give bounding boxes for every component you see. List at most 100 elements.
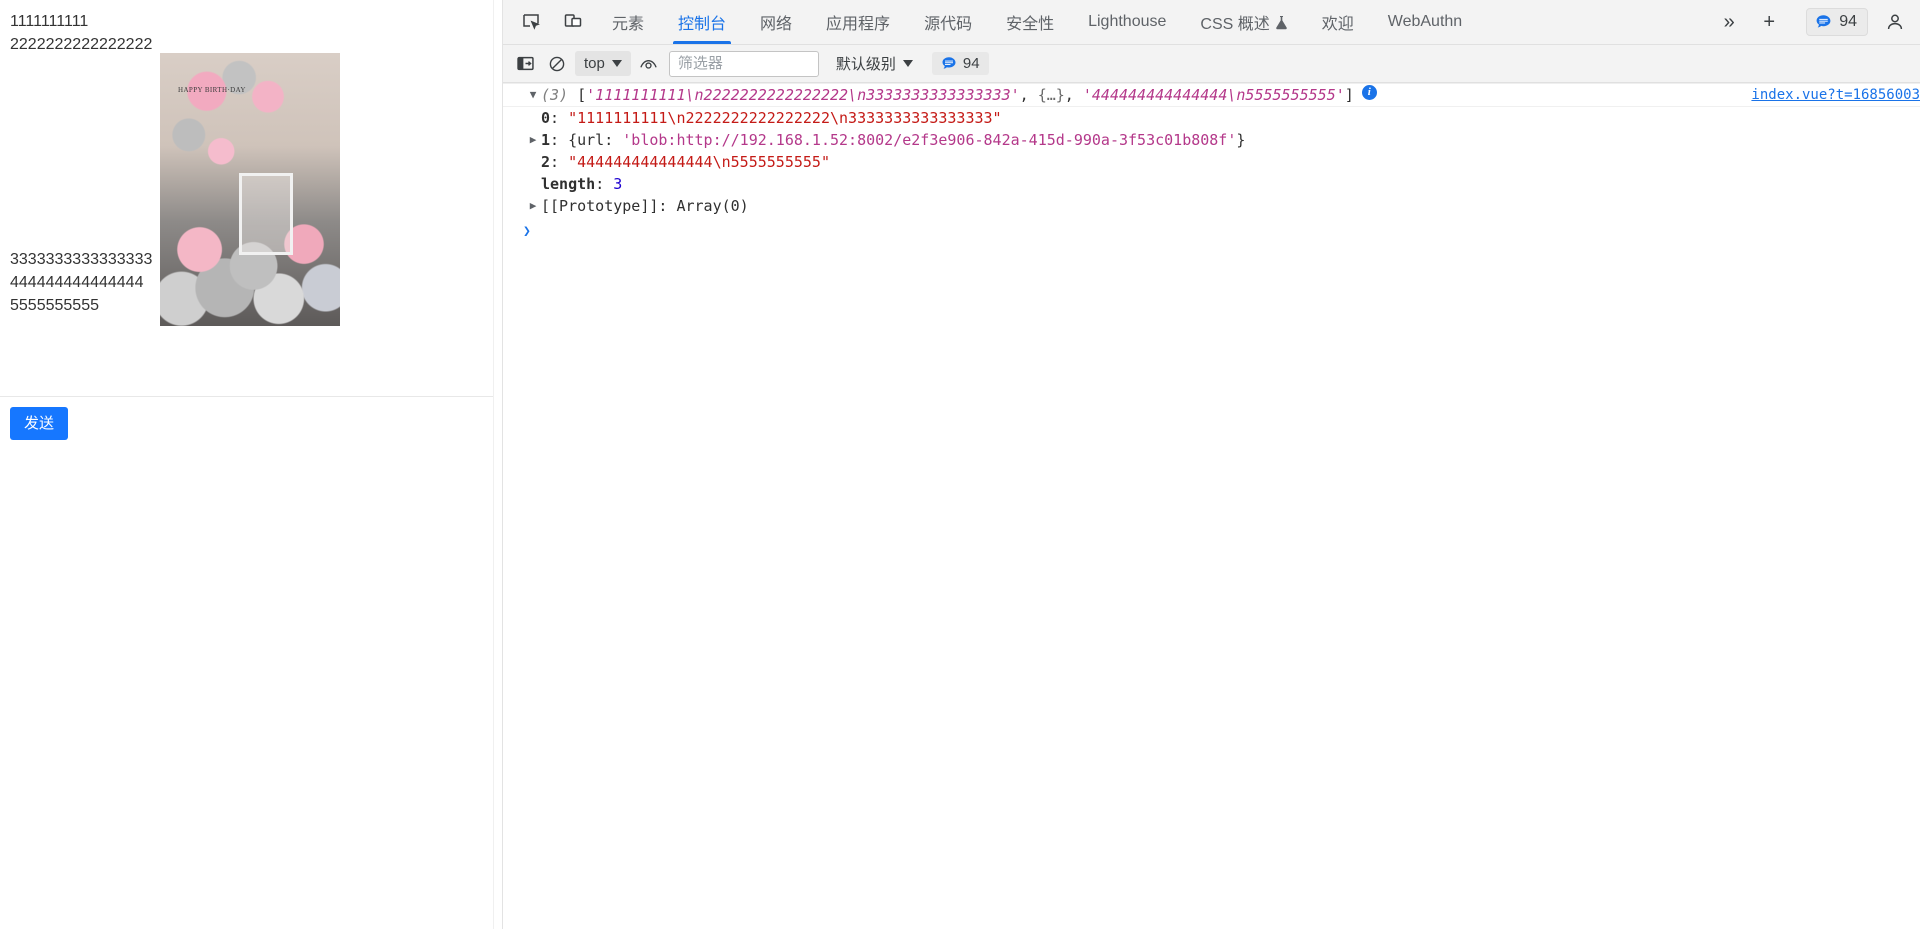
tab-elements-label: 元素 (612, 16, 645, 33)
execution-context-select[interactable]: top (575, 51, 631, 76)
console-row-source-link[interactable]: index.vue?t=16856003 (1751, 85, 1920, 105)
issues-count-button[interactable]: 94 (1806, 8, 1868, 36)
live-expression-icon[interactable] (635, 50, 663, 78)
devtools-panel: 元素 控制台 网络 应用程序 源代码 安全性 Lighthouse CSS 概述… (503, 0, 1920, 929)
app-root: 1111111111 2222222222222222 HAPPY BIRTH·… (0, 0, 1920, 929)
page-pane-scrollbar-thumb[interactable] (495, 0, 502, 929)
entry-value-2: "444444444444444\n5555555555" (568, 153, 830, 171)
message-bubble-icon (1815, 14, 1832, 31)
account-icon[interactable] (1878, 5, 1912, 39)
tab-lighthouse[interactable]: Lighthouse (1071, 0, 1183, 44)
console-issues-badge[interactable]: 94 (931, 52, 989, 75)
entry-colon-2: : (550, 153, 569, 171)
entry-colon-0: : (550, 109, 569, 127)
tab-security-label: 安全性 (1006, 16, 1055, 33)
add-panel-icon[interactable]: + (1752, 5, 1786, 39)
console-row-entry-prototype[interactable]: ▶ [[Prototype]] : Array(0) (503, 195, 1920, 217)
entry-key-length: length (541, 175, 596, 193)
message-line-5: 5555555555 (10, 297, 99, 314)
expand-twisty-icon[interactable]: ▼ (525, 85, 541, 105)
entry-key-0: 0 (541, 109, 551, 127)
tab-webauthn-label: WebAuthn (1387, 13, 1463, 30)
tab-welcome[interactable]: 欢迎 (1305, 0, 1371, 44)
tab-application-label: 应用程序 (826, 16, 891, 33)
tab-console-label: 控制台 (678, 16, 727, 33)
array-open-bracket: [ (577, 86, 587, 104)
console-row-entry-length[interactable]: length : 3 (503, 173, 1920, 195)
space-1 (568, 85, 577, 105)
array-preview-sep-2: , (1064, 86, 1083, 104)
page-preview-pane: 1111111111 2222222222222222 HAPPY BIRTH·… (0, 0, 503, 929)
flask-icon (1275, 15, 1288, 30)
send-button[interactable]: 发送 (10, 407, 69, 440)
array-close-bracket: ] (1344, 86, 1354, 104)
devtools-tool-icons (503, 0, 595, 44)
log-level-value: 默认级别 (835, 56, 896, 73)
tab-network-label: 网络 (760, 16, 793, 33)
issues-count-label: 94 (1839, 13, 1857, 30)
console-toolbar: top 默认级别 (503, 45, 1920, 83)
tab-elements[interactable]: 元素 (595, 0, 661, 44)
tab-css-overview[interactable]: CSS 概述 (1183, 0, 1304, 44)
entry-value-url-1: 'blob:http://192.168.1.52:8002/e2f3e906-… (622, 131, 1237, 149)
array-count: (3) (541, 86, 569, 104)
entry-key-prototype: [[Prototype]] (541, 197, 659, 215)
message-block: 1111111111 2222222222222222 HAPPY BIRTH·… (0, 0, 502, 397)
info-icon[interactable]: i (1361, 85, 1377, 100)
array-preview-item-2: '444444444444444\n5555555555' (1082, 86, 1345, 104)
tab-welcome-label: 欢迎 (1321, 16, 1354, 33)
tab-lighthouse-label: Lighthouse (1088, 13, 1167, 30)
entry-value-length: 3 (613, 175, 623, 193)
expand-twisty-icon[interactable]: ▶ (525, 196, 541, 216)
tab-sources-label: 源代码 (924, 16, 973, 33)
tab-network[interactable]: 网络 (743, 0, 809, 44)
tab-sources[interactable]: 源代码 (907, 0, 989, 44)
console-row-entry-1[interactable]: ▶ 1 : {url: 'blob:http://192.168.1.52:80… (503, 129, 1920, 151)
entry-value-0: "1111111111\n2222222222222222\n333333333… (568, 109, 1002, 127)
message-line-4: 444444444444444 (10, 274, 144, 291)
console-row-entry-0[interactable]: 0 : "1111111111\n2222222222222222\n33333… (503, 107, 1920, 129)
array-preview-sep-1: , (1019, 86, 1038, 104)
expand-twisty-icon[interactable]: ▶ (525, 130, 541, 150)
array-preview-item-1: {…} (1037, 86, 1065, 104)
tab-console[interactable]: 控制台 (661, 0, 743, 44)
devtools-tabbar-right: » + 94 (1708, 0, 1920, 44)
photo-decor-box (239, 173, 294, 255)
entry-colon-prototype: : (658, 197, 677, 215)
inspect-element-icon[interactable] (515, 6, 547, 38)
tab-css-overview-label: CSS 概述 (1200, 16, 1270, 33)
device-toolbar-icon[interactable] (557, 6, 589, 38)
console-message-list[interactable]: ▼ (3) [ '1111111111\n2222222222222222\n3… (503, 83, 1920, 929)
console-issues-badge-count: 94 (962, 55, 980, 72)
entry-value-prefix-1: {url: (568, 131, 623, 149)
entry-value-prototype: Array(0) (676, 197, 749, 215)
console-prompt-row[interactable]: ❯ (503, 220, 1920, 242)
message-bubble-icon (941, 56, 957, 72)
entry-colon-1: : (550, 131, 569, 149)
tab-security[interactable]: 安全性 (989, 0, 1071, 44)
more-tabs-icon[interactable]: » (1712, 5, 1746, 39)
entry-value-suffix-1: } (1236, 131, 1246, 149)
tab-application[interactable]: 应用程序 (809, 0, 907, 44)
devtools-tab-list: 元素 控制台 网络 应用程序 源代码 安全性 Lighthouse CSS 概述… (595, 0, 1708, 44)
console-filter-input[interactable] (668, 50, 819, 77)
clear-console-icon[interactable] (543, 50, 571, 78)
chevron-down-icon (902, 60, 913, 67)
console-row-array-header[interactable]: ▼ (3) [ '1111111111\n2222222222222222\n3… (503, 83, 1920, 107)
tab-webauthn[interactable]: WebAuthn (1371, 0, 1479, 44)
entry-key-1: 1 (541, 131, 551, 149)
devtools-tabbar: 元素 控制台 网络 应用程序 源代码 安全性 Lighthouse CSS 概述… (503, 0, 1920, 45)
log-level-select[interactable]: 默认级别 (827, 49, 922, 78)
page-pane-scrollbar[interactable] (493, 0, 502, 929)
message-line-1: 1111111111 (10, 13, 89, 30)
composer: 发送 (0, 397, 502, 450)
entry-colon-length: : (595, 175, 614, 193)
execution-context-value: top (584, 55, 605, 72)
photo-caption: HAPPY BIRTH·DAY (178, 85, 246, 94)
entry-key-2: 2 (541, 153, 551, 171)
array-preview-item-0: '1111111111\n2222222222222222\n333333333… (586, 86, 1020, 104)
chevron-down-icon (611, 60, 622, 67)
console-row-entry-2[interactable]: 2 : "444444444444444\n5555555555" (503, 151, 1920, 173)
console-prompt-arrow-icon: ❯ (523, 223, 531, 239)
console-sidebar-icon[interactable] (511, 50, 539, 78)
